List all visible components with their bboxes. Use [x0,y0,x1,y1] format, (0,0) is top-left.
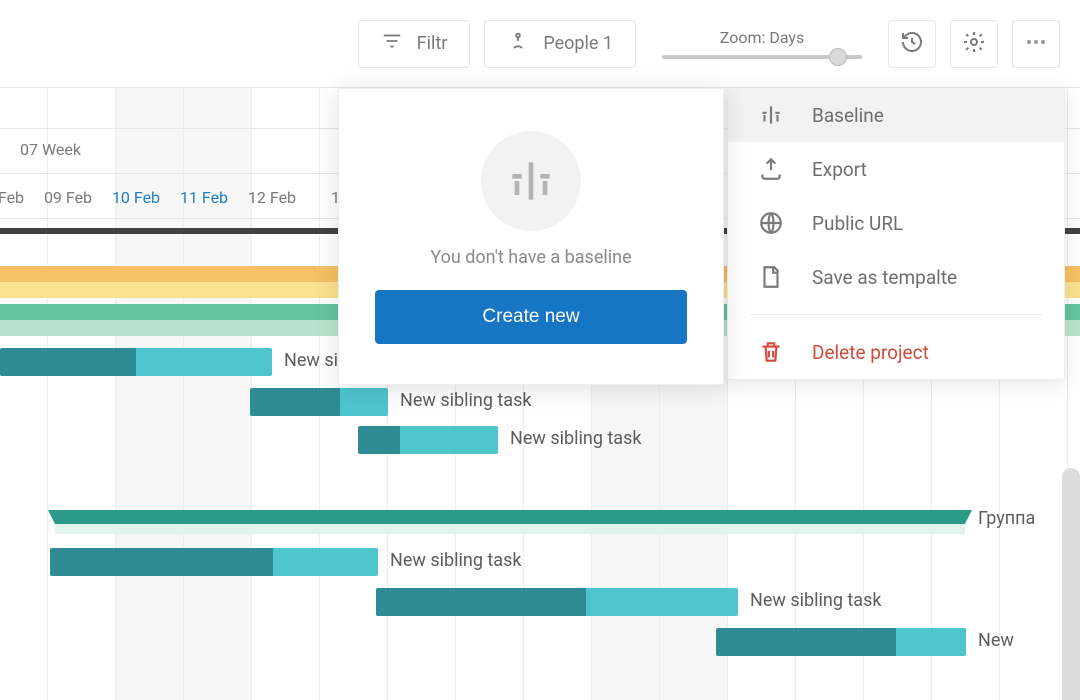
date-cell: 11 Feb [170,188,238,207]
task-bar[interactable] [358,426,498,454]
file-icon [756,264,786,290]
date-cell: 10 Feb [102,188,170,207]
create-baseline-button[interactable]: Create new [375,290,687,344]
gear-icon [962,30,986,58]
task-label: New sibling task [400,390,532,411]
menu-delete-project[interactable]: Delete project [728,325,1064,379]
date-cell: 08 Feb [0,188,34,207]
menu-public-url[interactable]: Public URL [728,196,1064,250]
baseline-popover: You don't have a baseline Create new [338,88,724,385]
filter-button[interactable]: Filtr [358,20,471,68]
menu-export[interactable]: Export [728,142,1064,196]
menu-label: Save as tempalte [812,266,957,289]
zoom-label: Zoom: Days [720,28,804,47]
filter-label: Filtr [417,33,448,54]
baseline-empty-icon [481,131,581,231]
history-icon [900,30,924,58]
history-button[interactable] [888,20,936,68]
menu-label: Export [812,158,867,181]
task-bar[interactable] [376,588,738,616]
export-icon [756,156,786,182]
zoom-control[interactable]: Zoom: Days [662,28,862,59]
menu-baseline[interactable]: Baseline [728,88,1064,142]
group-label: Группа [978,508,1035,529]
week-label: 07 Week [20,140,81,159]
people-button[interactable]: People 1 [484,20,636,68]
menu-separator [750,314,1042,315]
people-icon [507,30,529,57]
settings-button[interactable] [950,20,998,68]
settings-dropdown: Baseline Export Public URL Save as tempa… [727,88,1065,380]
date-cell: 12 Feb [238,188,306,207]
baseline-icon [756,102,786,128]
menu-label: Delete project [812,341,929,364]
people-label: People 1 [543,33,613,54]
trash-icon [756,339,786,365]
task-bar[interactable] [0,348,272,376]
baseline-empty-message: You don't have a baseline [375,247,687,268]
task-label: New si [284,350,338,371]
more-horizontal-icon [1024,30,1048,58]
date-header-row: 08 Feb 09 Feb 10 Feb 11 Feb 12 Feb 13 [0,188,374,207]
menu-save-template[interactable]: Save as tempalte [728,250,1064,304]
filter-icon [381,30,403,57]
task-label: New [978,630,1014,651]
date-cell: 09 Feb [34,188,102,207]
zoom-slider[interactable] [662,55,862,59]
task-bar[interactable] [250,388,388,416]
task-label: New sibling task [510,428,642,449]
menu-label: Public URL [812,212,903,235]
globe-icon [756,210,786,236]
group-bar-shadow [55,524,965,534]
more-button[interactable] [1012,20,1060,68]
task-label: New sibling task [750,590,882,611]
toolbar: Filtr People 1 Zoom: Days [0,0,1080,88]
group-bar[interactable] [55,510,965,524]
menu-label: Baseline [812,104,884,127]
scrollbar[interactable] [1062,468,1080,700]
task-bar[interactable] [716,628,966,656]
task-label: New sibling task [390,550,522,571]
zoom-slider-thumb[interactable] [829,48,847,66]
task-bar[interactable] [50,548,378,576]
